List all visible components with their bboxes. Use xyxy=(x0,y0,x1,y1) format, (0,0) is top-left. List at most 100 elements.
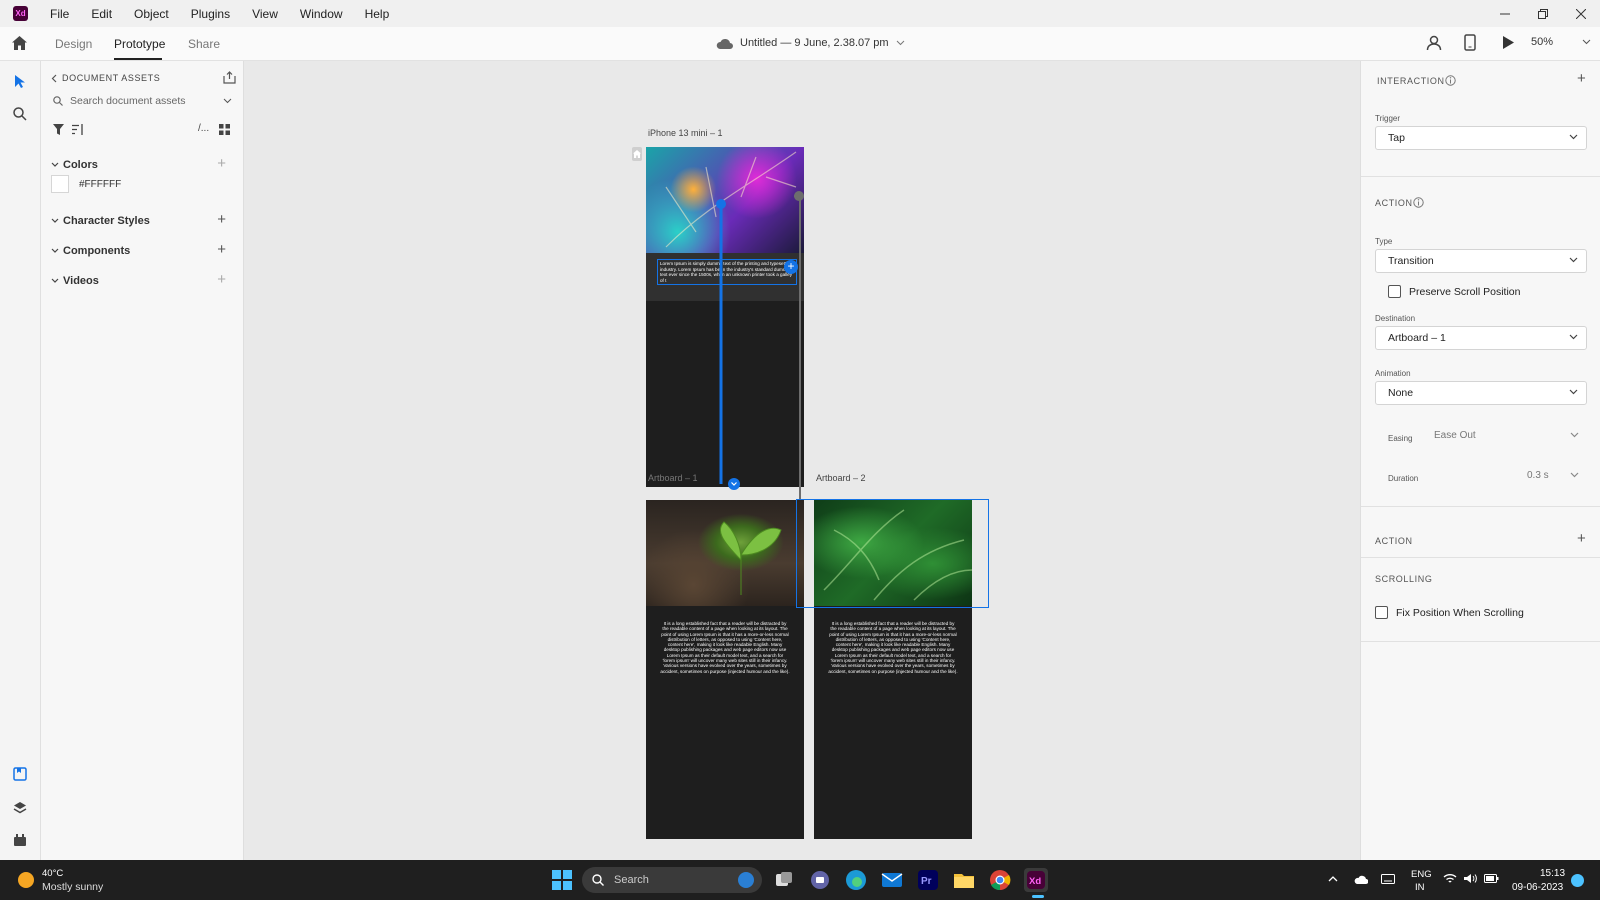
notification-badge[interactable] xyxy=(1571,874,1584,887)
chevron-down-icon xyxy=(1569,334,1578,340)
chevron-down-icon xyxy=(1570,472,1579,478)
search-assets-field[interactable]: Search document assets xyxy=(51,91,234,111)
plugins-button[interactable] xyxy=(13,834,27,846)
artboard-1[interactable]: It is a long established fact that a rea… xyxy=(646,500,804,839)
destination-dropdown[interactable]: Artboard – 1 xyxy=(1375,326,1587,350)
scroll-group-selection[interactable] xyxy=(796,499,989,608)
adobe-xd-button[interactable]: Xd xyxy=(1024,868,1048,892)
design-canvas[interactable]: iPhone 13 mini – 1 Lorem Ipsum is simply… xyxy=(244,61,1360,860)
sun-icon xyxy=(18,872,34,888)
play-preview-button[interactable] xyxy=(1502,35,1515,50)
artboard-1-body-text: It is a long established fact that a rea… xyxy=(660,621,790,674)
teams-chat-button[interactable] xyxy=(808,868,832,892)
color-swatch-item[interactable]: #FFFFFF xyxy=(51,175,121,193)
edge-button[interactable] xyxy=(844,868,868,892)
divider xyxy=(1361,176,1600,177)
tab-design[interactable]: Design xyxy=(55,37,92,51)
menu-object[interactable]: Object xyxy=(134,7,169,21)
easing-dropdown[interactable]: Ease Out xyxy=(1434,424,1587,446)
menu-file[interactable]: File xyxy=(50,7,69,21)
restore-button[interactable] xyxy=(1524,0,1562,27)
list-view-toggle[interactable]: /... xyxy=(198,123,209,134)
duration-label: Duration xyxy=(1388,474,1419,483)
add-interaction-button[interactable]: + xyxy=(1577,70,1586,87)
assets-back-button[interactable]: DOCUMENT ASSETS xyxy=(51,73,160,83)
easing-value: Ease Out xyxy=(1434,429,1476,441)
fix-position-label: Fix Position When Scrolling xyxy=(1396,607,1524,619)
document-title-button[interactable]: Untitled — 9 June, 2.38.07 pm xyxy=(740,37,905,49)
chrome-button[interactable] xyxy=(988,868,1012,892)
menu-view[interactable]: View xyxy=(252,7,278,21)
device-preview-button[interactable] xyxy=(1464,34,1476,51)
add-action-button[interactable]: + xyxy=(1577,530,1586,547)
sort-icon xyxy=(72,124,83,135)
adobe-xd-icon: Xd xyxy=(1027,871,1045,889)
share-user-button[interactable] xyxy=(1426,35,1442,51)
add-component-icon[interactable]: + xyxy=(217,241,226,258)
file-explorer-button[interactable] xyxy=(952,868,976,892)
chevron-down-icon xyxy=(51,218,59,223)
close-button[interactable] xyxy=(1562,0,1600,27)
menu-edit[interactable]: Edit xyxy=(91,7,112,21)
start-button[interactable] xyxy=(550,868,574,892)
fix-position-checkbox[interactable] xyxy=(1375,606,1388,619)
menu-window[interactable]: Window xyxy=(300,7,343,21)
language-top[interactable]: ENG xyxy=(1411,869,1432,880)
animation-dropdown[interactable]: None xyxy=(1375,381,1587,405)
colors-section-header[interactable]: Colors + xyxy=(51,155,234,172)
zoom-dropdown-button[interactable] xyxy=(1582,39,1591,45)
weather-widget[interactable] xyxy=(16,870,36,890)
menu-plugins[interactable]: Plugins xyxy=(191,7,230,21)
duration-dropdown[interactable]: 0.3 s xyxy=(1527,464,1587,486)
sort-button[interactable] xyxy=(72,124,84,135)
add-video-icon[interactable]: + xyxy=(217,271,226,288)
document-assets-button[interactable] xyxy=(13,767,27,781)
zoom-tool[interactable] xyxy=(13,107,27,121)
trigger-dropdown[interactable]: Tap xyxy=(1375,126,1587,150)
cloud-document-icon xyxy=(716,37,733,49)
document-title: Untitled — 9 June, 2.38.07 pm xyxy=(740,37,889,49)
task-view-button[interactable] xyxy=(772,868,796,892)
zoom-level[interactable]: 50% xyxy=(1531,36,1553,48)
home-button[interactable] xyxy=(12,36,27,50)
clock-time[interactable]: 15:13 xyxy=(1540,868,1565,879)
tab-share[interactable]: Share xyxy=(188,37,220,51)
mail-icon xyxy=(881,873,903,887)
tab-prototype[interactable]: Prototype xyxy=(114,37,165,51)
videos-section-header[interactable]: Videos + xyxy=(51,271,234,288)
clock-date[interactable]: 09-06-2023 xyxy=(1512,882,1563,893)
add-color-icon[interactable]: + xyxy=(217,155,226,172)
battery-icon[interactable] xyxy=(1484,874,1499,883)
character-styles-section-header[interactable]: Character Styles + xyxy=(51,211,234,228)
taskbar-search[interactable]: Search xyxy=(582,867,762,893)
document-assets-panel: DOCUMENT ASSETS Search document assets /… xyxy=(41,61,244,860)
bing-icon xyxy=(738,872,754,888)
filter-button[interactable] xyxy=(53,124,64,135)
chevron-down-icon xyxy=(51,162,59,167)
menu-help[interactable]: Help xyxy=(365,7,390,21)
select-tool[interactable] xyxy=(14,74,26,88)
grid-icon xyxy=(219,124,230,135)
premiere-pro-button[interactable]: Pr xyxy=(916,868,940,892)
mail-button[interactable] xyxy=(880,868,904,892)
home-artboard-marker[interactable] xyxy=(632,147,642,161)
minimize-button[interactable] xyxy=(1486,0,1524,27)
keyboard-icon[interactable] xyxy=(1381,874,1395,884)
active-tab-indicator xyxy=(114,58,162,60)
artboard-label-1[interactable]: Artboard – 1 xyxy=(648,473,698,483)
type-dropdown[interactable]: Transition xyxy=(1375,249,1587,273)
onedrive-icon[interactable] xyxy=(1354,874,1368,884)
export-assets-button[interactable] xyxy=(223,71,236,84)
components-section-label: Components xyxy=(63,245,131,257)
grid-view-toggle[interactable] xyxy=(219,124,230,135)
layers-button[interactable] xyxy=(13,801,27,815)
add-character-style-icon[interactable]: + xyxy=(217,211,226,228)
artboard-label-iphone[interactable]: iPhone 13 mini – 1 xyxy=(648,128,723,138)
wire-endpoint-handle[interactable] xyxy=(728,478,740,490)
preserve-scroll-checkbox[interactable] xyxy=(1388,285,1401,298)
volume-icon[interactable] xyxy=(1463,873,1477,884)
artboard-label-2[interactable]: Artboard – 2 xyxy=(816,473,866,483)
wifi-icon[interactable] xyxy=(1443,873,1457,884)
show-hidden-icons-button[interactable] xyxy=(1328,875,1338,882)
components-section-header[interactable]: Components + xyxy=(51,241,234,258)
